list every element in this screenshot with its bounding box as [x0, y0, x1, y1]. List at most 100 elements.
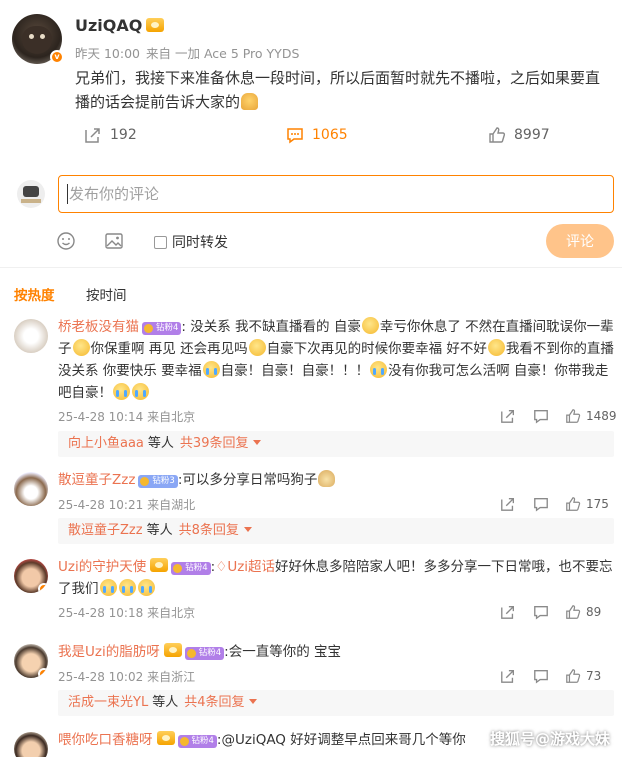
avatar-eye-left [29, 34, 34, 39]
smile-emoji-icon [248, 339, 266, 356]
post-content: 兄弟们，我接下来准备休息一段时间，所以后面暂时就先不播啦，之后如果要直播的话会提… [75, 66, 610, 114]
comment-like-button[interactable]: 1489 [565, 408, 617, 424]
commenter-avatar[interactable] [14, 559, 48, 593]
reply-icon[interactable] [533, 604, 549, 620]
image-icon[interactable] [104, 231, 124, 251]
cry-emoji-icon [99, 579, 117, 596]
commenter-name[interactable]: 我是Uzi的脂肪呀 [58, 644, 160, 660]
comment-button[interactable]: 1065 [286, 124, 348, 146]
fan-badge: 钻粉4 [142, 322, 182, 335]
thumbs-up-icon [566, 497, 581, 511]
diamond-icon: ♢ [215, 559, 228, 575]
comment-body: :会一直等你的 宝宝 [224, 644, 341, 660]
sort-by-time-tab[interactable]: 按时间 [86, 284, 127, 304]
reply-user[interactable]: 散逗童子Zzz [68, 523, 143, 538]
avatar-eye-right [40, 34, 45, 39]
share-button[interactable]: 192 [84, 124, 137, 146]
caret-down-icon [243, 527, 252, 532]
reply-user[interactable]: 向上小鱼aaa [68, 436, 144, 451]
crown-icon [163, 643, 182, 657]
verified-icon [38, 583, 48, 593]
comment-text-part: 自豪下次再见的时候你要幸福 好不好 [266, 341, 487, 357]
reply-etc: 等人 [152, 695, 179, 710]
commenter-name[interactable]: 散逗童子Zzz [58, 472, 135, 488]
cry-emoji-icon [118, 579, 136, 596]
thumbs-up-icon [566, 605, 581, 619]
comment-like-button[interactable]: 175 [565, 496, 609, 512]
reply-total[interactable]: 共4条回复 [184, 695, 244, 710]
watermark: 搜狐号@游戏大妹 [489, 730, 610, 748]
share-count: 192 [110, 127, 137, 143]
forward-label: 同时转发 [172, 235, 228, 251]
comment-like-count: 175 [586, 497, 609, 511]
commenter-name[interactable]: 喂你吃口香糖呀 [58, 732, 153, 748]
food-emoji-icon [318, 470, 336, 487]
comment-actions: 89 [0, 604, 622, 620]
post-source: 来自 一加 Ace 5 Pro YYDS [146, 46, 300, 61]
share-icon[interactable] [500, 408, 516, 424]
replies-summary[interactable]: 活成一束光YL 等人 共4条回复 [58, 690, 614, 716]
reply-total[interactable]: 共8条回复 [179, 523, 239, 538]
post-actions: 192 1065 8997 [0, 124, 622, 146]
thumbs-up-icon [566, 409, 581, 423]
forward-option[interactable]: 同时转发 [154, 232, 228, 252]
post-time[interactable]: 昨天 10:00 [75, 46, 140, 61]
submit-comment-button[interactable]: 评论 [546, 224, 614, 258]
comment-actions: 73 [0, 668, 622, 684]
commenter-name[interactable]: Uzi的守护天使 [58, 559, 146, 575]
crown-icon [146, 18, 165, 32]
comment-text-part: 自豪！自豪！自豪！！！ [220, 363, 370, 379]
comment-like-count: 73 [586, 669, 602, 683]
comment-like-button[interactable]: 89 [565, 604, 601, 620]
like-button[interactable]: 8997 [488, 124, 550, 146]
reply-user[interactable]: 活成一束光YL [68, 695, 148, 710]
sort-by-hot-tab[interactable]: 按热度 [14, 284, 55, 304]
author-name-row: UziQAQ [75, 16, 165, 35]
comment-like-count: 1489 [586, 409, 617, 423]
commenter-name[interactable]: 桥老板没有猫 [58, 319, 139, 335]
share-icon[interactable] [500, 496, 516, 512]
comment-body: :可以多分享日常吗狗子 [177, 472, 318, 488]
reply-icon[interactable] [533, 668, 549, 684]
crown-icon [156, 731, 175, 745]
reply-total[interactable]: 共39条回复 [180, 436, 249, 451]
replies-summary[interactable]: 散逗童子Zzz 等人 共8条回复 [58, 518, 614, 544]
comment-text-part: : 没关系 我不缺直播看的 自豪 [181, 319, 361, 335]
smile-emoji-icon [487, 339, 505, 356]
cry-emoji-icon [202, 361, 220, 378]
comment-text: Uzi的守护天使 钻粉4:♢Uzi超话好好休息多陪陪家人吧！多多分享一下日常哦，也… [58, 558, 613, 597]
share-icon[interactable] [500, 604, 516, 620]
forward-checkbox[interactable] [154, 235, 167, 249]
comment-icon [287, 128, 303, 144]
commenter-avatar[interactable] [14, 319, 48, 353]
compose-tools: 同时转发 [0, 229, 622, 253]
comment-input[interactable] [58, 175, 614, 213]
verified-icon: v [50, 50, 64, 64]
smile-emoji-icon [361, 317, 379, 334]
post-content-text: 兄弟们，我接下来准备休息一段时间，所以后面暂时就先不播啦，之后如果要直播的话会提… [75, 69, 601, 111]
caret-down-icon [253, 440, 262, 445]
comment-actions: 1489 [0, 408, 622, 424]
text-caret [67, 184, 68, 204]
reply-icon[interactable] [533, 408, 549, 424]
author-name[interactable]: UziQAQ [75, 16, 142, 35]
comment-text: 桥老板没有猫 钻粉4: 没关系 我不缺直播看的 自豪 幸亏你休息了 不然在直播间耽误… [58, 316, 618, 404]
commenter-avatar[interactable] [14, 732, 48, 757]
share-icon[interactable] [500, 668, 516, 684]
pray-hands-emoji-icon [241, 93, 259, 110]
replies-summary[interactable]: 向上小鱼aaa 等人 共39条回复 [58, 431, 614, 457]
crown-icon [150, 558, 169, 572]
fan-badge: 钻粉4 [177, 735, 217, 748]
reply-icon[interactable] [533, 496, 549, 512]
divider [0, 267, 622, 268]
like-count: 8997 [514, 127, 550, 143]
cry-emoji-icon [113, 383, 130, 400]
supertopic-link[interactable]: Uzi超话 [227, 559, 275, 575]
reply-etc: 等人 [147, 436, 174, 451]
smile-emoji-icon [72, 339, 90, 356]
fan-badge: 钻粉4 [184, 647, 225, 660]
emoji-icon[interactable] [56, 231, 76, 251]
fan-badge: 钻粉4 [171, 562, 211, 575]
comment-like-button[interactable]: 73 [565, 668, 601, 684]
post-meta: 昨天 10:00 来自 一加 Ace 5 Pro YYDS [75, 43, 299, 62]
